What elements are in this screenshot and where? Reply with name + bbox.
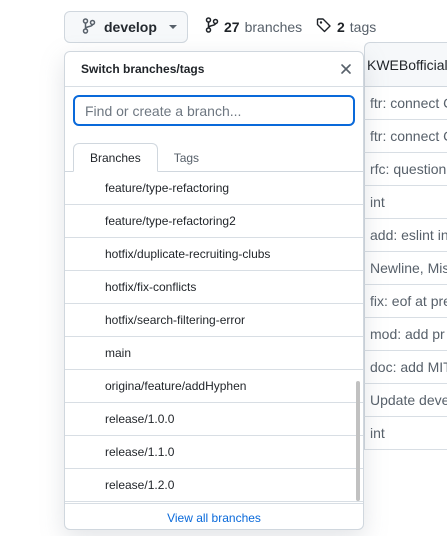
tags-label: tags <box>349 18 377 35</box>
commit-row[interactable]: ftr: connect C <box>364 87 447 120</box>
branch-item[interactable]: hotfix/fix-conflicts <box>65 271 363 304</box>
git-branch-icon <box>82 17 96 37</box>
branch-filter <box>65 86 363 135</box>
view-all-branches-link[interactable]: View all branches <box>65 503 363 529</box>
branch-item[interactable]: main <box>65 337 363 370</box>
branch-item[interactable]: feature/type-refactoring <box>65 172 363 205</box>
branch-switcher-dropdown: Switch branches/tags Branches Tags featu… <box>64 51 364 530</box>
branches-label: branches <box>244 18 303 35</box>
chevron-down-icon <box>168 25 177 29</box>
branches-link[interactable]: 27 branches <box>205 17 302 36</box>
commit-row[interactable]: Update deve <box>364 384 447 417</box>
commit-row[interactable]: doc: add MIT <box>364 351 447 384</box>
branches-count: 27 <box>224 18 240 35</box>
dropdown-tabs: Branches Tags <box>65 135 363 172</box>
commit-row[interactable]: Newline, Mis <box>364 252 447 285</box>
tags-link[interactable]: 2 tags <box>316 17 376 36</box>
commit-row[interactable]: rfc: question <box>364 153 447 186</box>
branch-item[interactable]: feature/type-refactoring2 <box>65 205 363 238</box>
dropdown-header: Switch branches/tags <box>65 52 363 86</box>
dropdown-title: Switch branches/tags <box>81 62 205 76</box>
repo-owner-header: KWEBofficial/ <box>364 42 447 87</box>
branch-select-label: develop <box>104 19 157 35</box>
tab-branches[interactable]: Branches <box>73 143 158 172</box>
commit-row[interactable]: add: eslint in <box>364 219 447 252</box>
branch-list-scrollbar[interactable] <box>356 381 360 501</box>
commit-row[interactable]: int <box>364 417 447 450</box>
tag-icon <box>316 17 332 36</box>
branch-select-button[interactable]: develop <box>64 11 188 43</box>
commit-row[interactable]: fix: eof at pre <box>364 285 447 318</box>
branch-list: feature/type-refactoring feature/type-re… <box>65 172 363 503</box>
branch-item[interactable]: release/1.2.0 <box>65 469 363 502</box>
branch-item[interactable]: release/1.0.0 <box>65 403 363 436</box>
branch-item[interactable]: release/1.1.0 <box>65 436 363 469</box>
close-icon[interactable] <box>337 60 355 78</box>
commit-row[interactable]: int <box>364 186 447 219</box>
tab-tags[interactable]: Tags <box>158 143 215 172</box>
branch-item[interactable]: hotfix/search-filtering-error <box>65 304 363 337</box>
branch-item[interactable]: origina/feature/addHyphen <box>65 370 363 403</box>
branch-item[interactable]: hotfix/duplicate-recruiting-clubs <box>65 238 363 271</box>
tags-count: 2 <box>337 18 345 35</box>
git-branch-icon <box>205 17 219 36</box>
branch-search-input[interactable] <box>73 95 355 126</box>
commit-list: ftr: connect C ftr: connect C rfc: quest… <box>364 87 447 450</box>
commit-row[interactable]: ftr: connect C <box>364 120 447 153</box>
commit-row[interactable]: mod: add pr <box>364 318 447 351</box>
